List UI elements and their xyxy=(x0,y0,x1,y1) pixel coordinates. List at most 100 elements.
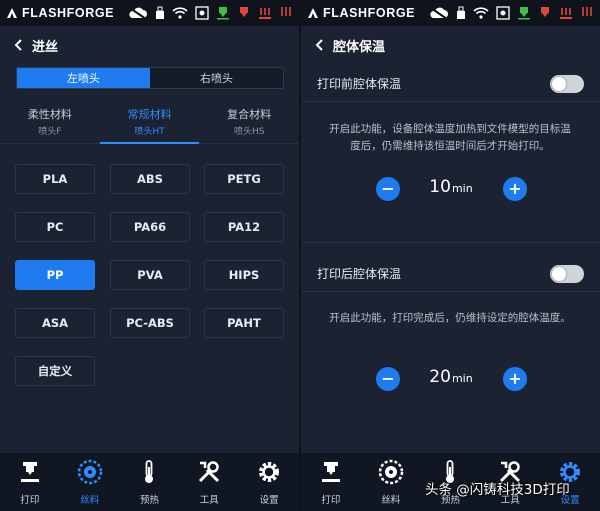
logo-text: FLASHFORGE xyxy=(22,6,115,20)
pre-print-insulation-row: 打印前腔体保温 xyxy=(301,66,600,102)
heated-bed-icon xyxy=(560,8,572,19)
post-print-time-value: 20 min xyxy=(401,367,501,393)
page-title: 进丝 xyxy=(32,39,59,55)
page-header: 进丝 xyxy=(0,32,299,58)
tools-icon xyxy=(199,461,220,483)
page-header: 腔体保温 xyxy=(301,32,600,58)
pre-print-insulation-label: 打印前腔体保温 xyxy=(317,77,402,91)
nav-filament[interactable]: 丝料 xyxy=(60,453,120,511)
post-print-insulation-row: 打印后腔体保温 xyxy=(301,256,600,292)
nozzle-toggle: 左喷头 右喷头 xyxy=(16,67,284,89)
material-pc-abs-button[interactable]: PC-ABS xyxy=(110,308,190,338)
tab-regular-nozzle: 喷头HT xyxy=(134,127,165,137)
extruder-left-icon xyxy=(518,7,530,20)
nav-preheat-label: 预热 xyxy=(139,495,159,506)
printer-icon xyxy=(321,462,340,482)
filament-spool-icon xyxy=(77,459,102,485)
chamber-icon xyxy=(582,7,592,16)
post-print-time-unit: min xyxy=(451,372,473,385)
material-pp-button[interactable]: PP xyxy=(15,260,95,290)
filament-screen: FLASHFORGE 进丝 左喷头 右喷头 柔性材料 喷头F 常规材料 喷头HT xyxy=(0,0,299,511)
wifi-icon xyxy=(473,7,489,19)
material-paht-button[interactable]: PAHT xyxy=(204,308,284,338)
filament-spool-icon xyxy=(378,459,403,485)
post-print-time-stepper: − 20 min + xyxy=(301,367,600,393)
post-print-time-number: 20 xyxy=(429,367,451,387)
material-category-tabs: 柔性材料 喷头F 常规材料 喷头HT 复合材料 喷头HS xyxy=(0,100,299,144)
tab-composite[interactable]: 复合材料 喷头HS xyxy=(199,100,299,143)
nav-print-label: 打印 xyxy=(20,495,40,506)
nav-filament-label: 丝料 xyxy=(381,495,401,506)
material-petg-button[interactable]: PETG xyxy=(204,164,284,194)
nav-settings-label: 设置 xyxy=(259,495,279,506)
tab-flexible-label: 柔性材料 xyxy=(27,108,72,121)
material-hips-button[interactable]: HIPS xyxy=(204,260,284,290)
tab-right-nozzle[interactable]: 右喷头 xyxy=(150,68,283,88)
pre-print-time-unit: min xyxy=(451,182,473,195)
nav-settings[interactable]: 设置 xyxy=(239,453,299,511)
tab-regular-label: 常规材料 xyxy=(127,108,172,121)
material-abs-button[interactable]: ABS xyxy=(110,164,190,194)
pre-print-time-value: 10 min xyxy=(401,177,501,203)
pre-print-insulation-description: 开启此功能，设备腔体温度加热到文件模型的目标温度后，仍需维持该恒温时间后才开始打… xyxy=(329,123,571,152)
nav-filament-label: 丝料 xyxy=(80,495,100,506)
nav-filament[interactable]: 丝料 xyxy=(361,453,421,511)
material-pa66-button[interactable]: PA66 xyxy=(110,212,190,242)
status-bar: FLASHFORGE xyxy=(0,0,299,26)
material-asa-button[interactable]: ASA xyxy=(15,308,95,338)
cloud-icon xyxy=(129,7,147,20)
tab-flexible[interactable]: 柔性材料 喷头F xyxy=(0,100,100,143)
post-print-decrease-button[interactable]: − xyxy=(376,367,400,391)
nav-preheat[interactable]: 预热 xyxy=(120,453,180,511)
flashforge-mark-icon xyxy=(308,8,318,18)
pre-print-decrease-button[interactable]: − xyxy=(376,177,400,201)
material-pa12-button[interactable]: PA12 xyxy=(204,212,284,242)
nav-print[interactable]: 打印 xyxy=(0,453,60,511)
printer-icon xyxy=(20,462,39,482)
chamber-insulation-screen: FLASHFORGE 腔体保温 打印前腔体保温 开启此功能，设备腔体温度加热到文… xyxy=(301,0,600,511)
tab-composite-nozzle: 喷头HS xyxy=(233,127,265,137)
usb-icon xyxy=(156,6,164,19)
cloud-icon xyxy=(430,7,448,20)
flashforge-mark-icon xyxy=(7,8,17,18)
back-icon[interactable] xyxy=(12,38,26,52)
material-pva-button[interactable]: PVA xyxy=(110,260,190,290)
chamber-icon xyxy=(281,7,291,16)
heated-bed-icon xyxy=(259,8,271,19)
back-icon[interactable] xyxy=(313,38,327,52)
flashforge-logo: FLASHFORGE xyxy=(307,6,415,20)
material-custom-button[interactable]: 自定义 xyxy=(15,356,95,386)
extruder-left-icon xyxy=(217,7,229,20)
logo-text: FLASHFORGE xyxy=(323,6,416,20)
tab-regular[interactable]: 常规材料 喷头HT xyxy=(99,100,200,144)
usb-icon xyxy=(457,6,465,19)
pre-print-increase-button[interactable]: + xyxy=(503,177,527,201)
post-print-increase-button[interactable]: + xyxy=(503,367,527,391)
pre-print-time-number: 10 xyxy=(429,177,451,197)
tab-left-nozzle[interactable]: 左喷头 xyxy=(17,68,150,88)
tab-composite-label: 复合材料 xyxy=(227,108,272,121)
post-print-insulation-label: 打印后腔体保温 xyxy=(317,267,402,281)
extruder-right-icon xyxy=(240,7,248,17)
wifi-icon xyxy=(172,7,188,19)
post-print-insulation-toggle[interactable] xyxy=(550,264,584,283)
status-bar: FLASHFORGE xyxy=(301,0,600,26)
pre-print-time-stepper: − 10 min + xyxy=(301,177,600,203)
nav-print-label: 打印 xyxy=(321,495,341,506)
camera-icon xyxy=(195,6,209,20)
pre-print-insulation-toggle[interactable] xyxy=(550,74,584,93)
nav-tools-label: 工具 xyxy=(199,495,219,506)
post-print-insulation-description: 开启此功能，打印完成后，仍维持设定的腔体温度。 xyxy=(329,312,571,324)
extruder-right-icon xyxy=(541,7,549,17)
gear-icon xyxy=(259,462,280,482)
section-divider xyxy=(301,242,600,243)
bottom-nav: 打印 丝料 预热 工具 设置 xyxy=(0,453,299,511)
camera-icon xyxy=(496,6,510,20)
material-pla-button[interactable]: PLA xyxy=(15,164,95,194)
material-pc-button[interactable]: PC xyxy=(15,212,95,242)
thermometer-icon xyxy=(145,460,154,483)
nav-tools[interactable]: 工具 xyxy=(179,453,239,511)
nav-print[interactable]: 打印 xyxy=(301,453,361,511)
tab-flexible-nozzle: 喷头F xyxy=(38,127,62,137)
flashforge-logo: FLASHFORGE xyxy=(6,6,114,20)
